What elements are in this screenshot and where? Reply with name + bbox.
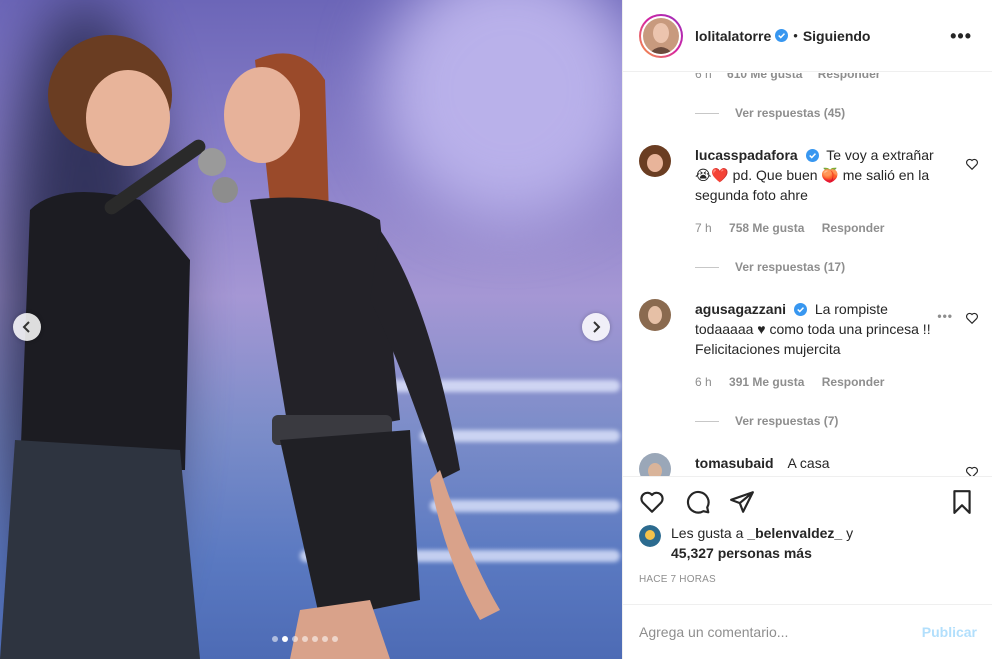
likes-conjunction: y: [846, 525, 854, 541]
heart-icon[interactable]: [965, 311, 979, 325]
next-photo-button[interactable]: [582, 313, 610, 341]
carousel-dot: [322, 636, 328, 642]
comment-time: 6 h: [695, 73, 712, 81]
more-icon[interactable]: •••: [950, 26, 972, 47]
chevron-left-icon: [22, 321, 30, 333]
commenter-avatar[interactable]: [639, 299, 671, 331]
comment-input[interactable]: Agrega un comentario...: [639, 624, 922, 640]
author-username[interactable]: lolitalatorre: [695, 28, 771, 44]
comment-options-icon[interactable]: •••: [937, 309, 953, 323]
commenter-username[interactable]: lucasspadafora: [695, 147, 798, 163]
carousel-indicator: [272, 636, 338, 642]
heart-icon[interactable]: [639, 489, 665, 515]
comment-item: tomasubaid A casa: [639, 453, 979, 477]
author-avatar[interactable]: [639, 13, 683, 58]
post-header: lolitalatorre • Siguiendo •••: [623, 0, 992, 72]
commenter-avatar[interactable]: [639, 145, 671, 177]
likes-summary: Les gusta a _belenvaldez_ y 45,327 perso…: [639, 523, 853, 563]
comment-text-block: lucasspadafora Te voy a extrañar 😭❤️ pd.…: [695, 145, 935, 205]
avatar-image: [643, 17, 679, 54]
comment-meta: 7 h 758 Me gusta Responder: [695, 221, 979, 235]
chevron-right-icon: [593, 321, 601, 333]
carousel-dot: [282, 636, 288, 642]
verified-badge-icon: [775, 29, 789, 42]
comment-item: lucasspadafora Te voy a extrañar 😭❤️ pd.…: [639, 145, 979, 235]
carousel-dot: [272, 636, 278, 642]
comment-time: 6 h: [695, 375, 712, 389]
view-replies-link[interactable]: Ver respuestas (17): [695, 260, 845, 274]
post-actions-bar: [623, 476, 992, 526]
performers-illustration: [0, 35, 500, 659]
divider-line: [695, 420, 719, 422]
post-sidebar: lolitalatorre • Siguiendo ••• 6 h 610 Me…: [622, 0, 992, 659]
comment-text: A casa: [787, 455, 830, 471]
reply-link[interactable]: Responder: [822, 375, 885, 389]
comment-likes[interactable]: 610 Me gusta: [727, 73, 802, 81]
comment-item: agusagazzani La rompiste todaaaaa ♥ como…: [639, 299, 979, 389]
bookmark-icon[interactable]: [949, 489, 975, 515]
post-timestamp[interactable]: HACE 7 HORAS: [639, 574, 716, 585]
commenter-username[interactable]: agusagazzani: [695, 301, 786, 317]
comment-text-block: tomasubaid A casa: [695, 453, 935, 473]
verified-badge-icon: [805, 149, 819, 162]
view-replies-link[interactable]: Ver respuestas (7): [695, 414, 838, 428]
view-replies-label: Ver respuestas (45): [735, 106, 846, 120]
previous-photo-button[interactable]: [13, 313, 41, 341]
likes-prefix: Les gusta a: [671, 525, 744, 541]
comment-likes[interactable]: 391 Me gusta: [729, 375, 804, 389]
view-replies-label: Ver respuestas (7): [735, 414, 839, 428]
carousel-dot: [332, 636, 338, 642]
share-icon[interactable]: [729, 489, 755, 515]
comment-likes[interactable]: 758 Me gusta: [729, 221, 804, 235]
view-replies-label: Ver respuestas (17): [735, 260, 846, 274]
carousel-dot: [312, 636, 318, 642]
reply-link[interactable]: Responder: [822, 221, 885, 235]
view-replies-link[interactable]: Ver respuestas (45): [695, 106, 845, 120]
carousel-dot: [302, 636, 308, 642]
comment-time: 7 h: [695, 221, 712, 235]
header-separator: •: [793, 28, 798, 43]
likes-count-link[interactable]: 45,327 personas más: [671, 545, 812, 561]
partial-comment-meta: 6 h 610 Me gusta Responder: [695, 73, 880, 81]
reply-link[interactable]: Responder: [818, 73, 881, 81]
divider-line: [695, 266, 719, 268]
post-photo[interactable]: [0, 0, 622, 659]
likes-text: Les gusta a _belenvaldez_ y 45,327 perso…: [671, 523, 853, 563]
commenter-avatar[interactable]: [639, 453, 671, 477]
liker-avatar[interactable]: [639, 525, 661, 547]
post-comment-button[interactable]: Publicar: [922, 624, 977, 640]
comments-list[interactable]: 6 h 610 Me gusta Responder Ver respuesta…: [623, 73, 992, 477]
comment-meta: 6 h 391 Me gusta Responder: [695, 375, 979, 389]
comment-text-block: agusagazzani La rompiste todaaaaa ♥ como…: [695, 299, 935, 359]
divider-line: [695, 112, 719, 114]
verified-badge-icon: [793, 303, 807, 316]
comment-icon[interactable]: [685, 489, 711, 515]
add-comment-bar: Agrega un comentario... Publicar: [623, 604, 992, 659]
commenter-username[interactable]: tomasubaid: [695, 455, 774, 471]
follow-status-button[interactable]: Siguiendo: [803, 28, 871, 44]
heart-icon[interactable]: [965, 157, 979, 171]
liker-username[interactable]: _belenvaldez_: [747, 525, 842, 541]
carousel-dot: [292, 636, 298, 642]
